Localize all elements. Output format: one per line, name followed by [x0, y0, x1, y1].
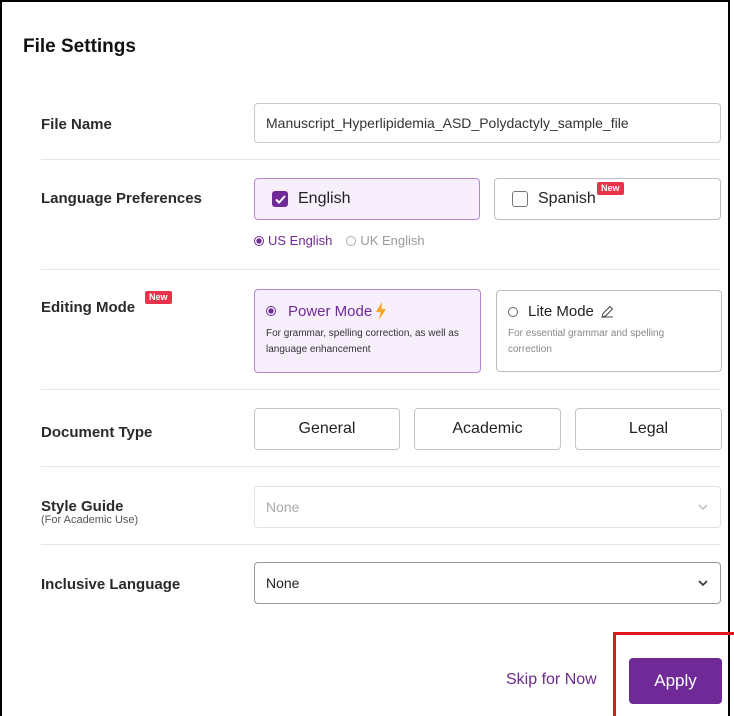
language-preferences-label: Language Preferences: [41, 190, 202, 207]
divider: [41, 269, 721, 270]
divider: [41, 544, 721, 545]
radio-empty-icon: [508, 306, 518, 317]
english-variant-group: US English UK English: [254, 233, 425, 248]
language-option-english[interactable]: English: [254, 178, 480, 220]
language-option-label: English: [298, 190, 351, 207]
mode-option-lite[interactable]: Lite Mode For essential grammar and spel…: [496, 290, 722, 372]
doc-type-general-button[interactable]: General: [254, 408, 400, 450]
divider: [41, 159, 721, 160]
pencil-icon: [601, 305, 614, 318]
radio-selected-icon: [254, 236, 264, 246]
inclusive-language-label: Inclusive Language: [41, 576, 181, 593]
file-name-value: Manuscript_Hyperlipidemia_ASD_Polydactyl…: [266, 115, 629, 131]
lightning-icon: [376, 302, 387, 320]
divider: [41, 389, 721, 390]
file-name-input[interactable]: Manuscript_Hyperlipidemia_ASD_Polydactyl…: [254, 103, 721, 143]
new-badge: New: [597, 182, 624, 195]
variant-label: UK English: [360, 233, 425, 248]
mode-option-power[interactable]: Power Mode For grammar, spelling correct…: [254, 289, 481, 373]
doc-type-legal-button[interactable]: Legal: [575, 408, 722, 450]
skip-for-now-link[interactable]: Skip for Now: [506, 671, 597, 689]
style-guide-label: Style Guide: [41, 498, 124, 515]
divider: [41, 466, 721, 467]
mode-desc: For essential grammar and spelling corre…: [508, 328, 665, 355]
radio-empty-icon: [346, 236, 357, 246]
style-guide-select[interactable]: None: [254, 486, 721, 528]
chevron-down-icon: [698, 504, 708, 510]
mode-title: Lite Mode: [528, 303, 594, 320]
chevron-down-icon: [698, 580, 708, 587]
highlight-box: [613, 632, 734, 716]
style-guide-sublabel: (For Academic Use): [41, 514, 139, 526]
checkbox-checked-icon: [272, 191, 288, 207]
new-badge: New: [145, 291, 172, 304]
variant-uk-english[interactable]: UK English: [346, 233, 425, 248]
select-value: None: [266, 499, 300, 515]
variant-us-english[interactable]: US English: [254, 233, 332, 248]
document-type-label: Document Type: [41, 424, 153, 441]
inclusive-language-select[interactable]: None: [254, 562, 721, 604]
variant-label: US English: [268, 233, 333, 248]
checkbox-empty-icon: [512, 191, 528, 207]
panel-title: File Settings: [23, 36, 136, 57]
select-value: None: [266, 575, 300, 591]
mode-desc: For grammar, spelling correction, as wel…: [266, 328, 459, 355]
editing-mode-label: Editing Mode: [41, 299, 136, 316]
file-name-label: File Name: [41, 116, 112, 133]
mode-title: Power Mode: [288, 302, 373, 320]
radio-selected-icon: [266, 306, 276, 316]
doc-type-academic-button[interactable]: Academic: [414, 408, 561, 450]
language-option-label: Spanish: [538, 190, 596, 207]
